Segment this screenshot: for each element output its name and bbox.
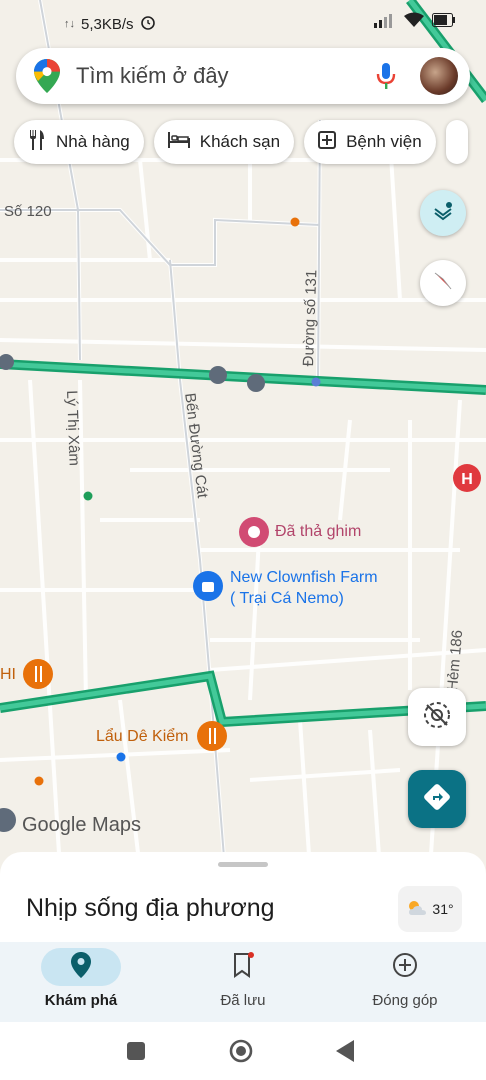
lau-de-label[interactable]: Lẩu Dê Kiểm — [96, 728, 189, 746]
chip-restaurants[interactable]: Nhà hàng — [14, 120, 144, 164]
nav-contribute[interactable]: Đóng góp — [324, 942, 486, 1022]
farm-subname-label[interactable]: ( Trại Cá Nemo) — [230, 590, 344, 608]
nav-saved-label: Đã lưu — [220, 992, 266, 1009]
nav-explore-label: Khám phá — [44, 992, 118, 1009]
bottom-sheet[interactable]: Nhịp sống địa phương 31° — [0, 852, 486, 952]
poi-dot-orange-2[interactable] — [34, 776, 44, 786]
chip-label: Bệnh viện — [346, 132, 422, 151]
temperature: 31° — [432, 901, 454, 917]
nav-contribute-label: Đóng góp — [372, 992, 438, 1009]
search-input[interactable]: Tìm kiếm ở đây — [76, 63, 374, 89]
farm-name-label[interactable]: New Clownfish Farm — [230, 569, 378, 587]
search-bar[interactable]: Tìm kiếm ở đây — [16, 48, 470, 104]
network-arrows-icon: ↑↓ — [64, 18, 75, 30]
bookmark-icon — [232, 951, 254, 983]
pinned-label[interactable]: Đã thả ghim — [275, 523, 361, 541]
chip-more-partial[interactable] — [445, 120, 468, 164]
system-navigation-bar — [0, 1022, 486, 1080]
bed-icon — [167, 131, 190, 153]
svg-text:H: H — [461, 471, 473, 488]
hospital-marker-icon[interactable]: H — [453, 464, 481, 492]
poi-dot-green[interactable] — [83, 491, 93, 501]
plus-box-icon — [318, 130, 337, 154]
status-bar: ↑↓ 5,3KB/s — [0, 0, 486, 44]
nav-saved[interactable]: Đã lưu — [162, 942, 324, 1022]
street-label-duong-so-131: Đường số 131 — [300, 269, 321, 367]
my-location-button[interactable] — [408, 688, 466, 746]
google-maps-watermark: Google Maps — [22, 814, 141, 836]
wifi-icon — [404, 12, 424, 32]
street-label-ly-thi-xam: Lý Thị Xâm — [63, 390, 83, 467]
avatar[interactable] — [420, 57, 458, 95]
poi-dot-orange[interactable] — [290, 217, 300, 227]
chip-label: Nhà hàng — [56, 132, 130, 151]
directions-icon — [423, 783, 451, 816]
layers-button[interactable] — [420, 190, 466, 236]
sheet-title: Nhịp sống địa phương — [26, 894, 275, 922]
battery-icon — [432, 13, 456, 31]
mic-icon[interactable] — [374, 59, 398, 93]
add-circle-icon — [392, 952, 418, 983]
chip-hospitals[interactable]: Bệnh viện — [304, 120, 436, 164]
poi-marker-grey[interactable] — [0, 808, 16, 832]
bus-stop-dot[interactable] — [311, 377, 321, 387]
street-label-so120: Số 120 — [4, 203, 52, 220]
alarm-icon — [140, 14, 156, 34]
location-disabled-icon — [420, 698, 454, 737]
pinned-marker-icon[interactable] — [239, 517, 269, 547]
chip-label: Khách sạn — [199, 132, 281, 151]
home-circle-icon[interactable] — [229, 1039, 253, 1068]
back-triangle-icon[interactable] — [336, 1040, 356, 1067]
google-maps-pin-logo — [34, 59, 60, 93]
recents-square-icon[interactable] — [127, 1042, 145, 1065]
bottom-navigation: Khám phá Đã lưu Đóng góp — [0, 942, 486, 1022]
partly-cloudy-icon — [406, 899, 428, 920]
hi-label[interactable]: HI — [0, 666, 16, 684]
weather-chip[interactable]: 31° — [398, 886, 462, 932]
layers-icon — [431, 199, 455, 228]
nav-explore[interactable]: Khám phá — [0, 942, 162, 1022]
fork-knife-icon — [28, 129, 46, 155]
category-chips: Nhà hàng Khách sạn Bệnh viện — [14, 120, 468, 164]
chip-hotels[interactable]: Khách sạn — [153, 120, 295, 164]
compass-icon — [431, 269, 455, 298]
sheet-handle[interactable] — [218, 862, 268, 867]
poi-dot-blue[interactable] — [116, 752, 126, 762]
compass-button[interactable] — [420, 260, 466, 306]
directions-button[interactable] — [408, 770, 466, 828]
signal-icon — [374, 12, 396, 32]
explore-pin-icon — [71, 951, 91, 983]
network-speed: 5,3KB/s — [81, 15, 134, 33]
shop-marker-icon[interactable] — [193, 571, 223, 601]
